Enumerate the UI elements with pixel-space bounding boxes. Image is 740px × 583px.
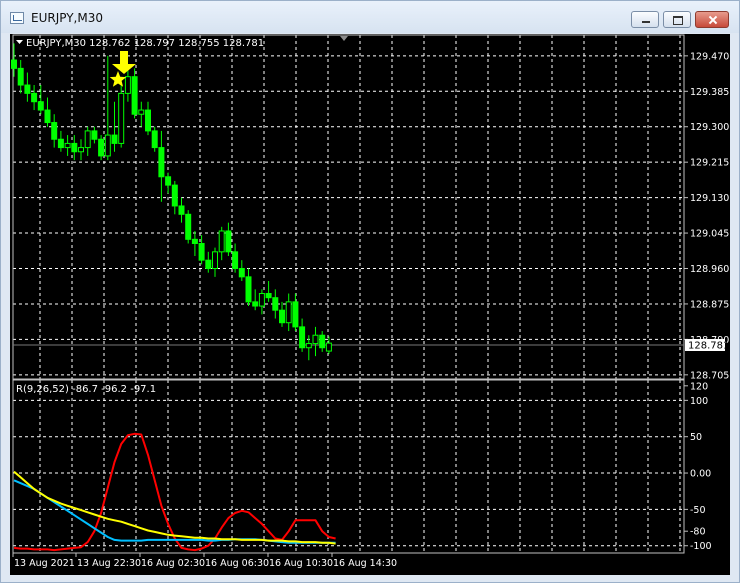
candle-body [245,276,252,303]
current-price-label: 128.781 [688,341,729,352]
chart-window-icon [10,12,24,24]
indicator-tick-label: -80 [690,527,706,538]
indicator-tick-label: 100 [690,396,708,407]
candle-body [64,142,71,149]
candle-body [57,138,64,149]
candle-body [91,130,98,140]
candle [118,85,125,148]
candle-body [151,130,158,149]
candle-body [31,92,38,103]
candle-body [272,297,279,311]
price-tick-label: 129.470 [690,51,729,62]
candle-body [285,301,292,324]
close-button[interactable] [695,11,729,28]
candle-body [319,334,326,349]
candle-body [138,109,145,115]
candle-body [145,109,151,132]
candle-body [44,109,51,124]
indicator-tick-label: 120 [690,381,708,392]
chart-background [10,34,730,575]
candle-body [165,176,172,186]
candle-body [292,301,299,328]
minimize-button[interactable] [631,11,659,28]
candle-body [325,342,332,352]
time-tick-label: 16 Aug 10:30 [269,558,333,569]
candle-body [279,309,285,324]
candle [151,126,158,152]
price-header: EURJPY,M30 128.762 128.797 128.755 128.7… [26,38,264,49]
maximize-button[interactable] [663,11,691,28]
candle-body [252,301,259,307]
candle-body [124,76,131,94]
candle-body [158,147,165,178]
price-tick-label: 128.705 [690,370,729,381]
chart-window: EURJPY,M30 EURJPY,M30 128.762 128.797 12… [0,0,740,583]
price-tick-label: 129.215 [690,158,729,169]
candle-body [178,205,185,215]
candle-body [78,147,84,153]
candle-body [111,134,118,144]
indicator-tick-label: -50 [690,505,706,516]
candle-body [51,122,58,140]
price-tick-label: 128.875 [690,299,729,310]
price-tick-label: 128.960 [690,264,729,275]
candle-body [205,259,212,270]
indicator-header: R(9,26,52) -86.7 -96.2 -97.1 [16,384,156,395]
candle-body [71,142,78,153]
candle-body [212,251,218,270]
indicator-tick-label: 0.00 [690,469,711,480]
chart-area[interactable]: EURJPY,M30 128.762 128.797 128.755 128.7… [10,34,730,575]
candle-body [238,268,245,278]
time-tick-label: 16 Aug 02:30 [141,558,205,569]
candle-body [185,213,192,240]
candle-body [131,76,138,115]
price-tick-label: 129.300 [690,122,729,133]
time-tick-label: 13 Aug 22:30 [77,558,141,569]
price-tick-label: 129.045 [690,229,729,240]
candle-body [225,230,232,253]
candle-body [299,326,306,349]
candle-body [171,184,178,207]
price-tick-label: 129.385 [690,87,729,98]
title-bar[interactable]: EURJPY,M30 [1,1,739,33]
price-tick-label: 129.130 [690,193,729,204]
candle-body [232,251,239,270]
candle-body [11,59,17,69]
window-title: EURJPY,M30 [31,11,103,25]
candle-body [218,230,225,253]
chart-canvas[interactable]: EURJPY,M30 128.762 128.797 128.755 128.7… [10,34,730,575]
candle-body [305,343,312,349]
candle-body [104,134,111,157]
time-tick-label: 16 Aug 06:30 [205,558,269,569]
time-tick-label: 16 Aug 14:30 [333,558,397,569]
candle-body [98,138,105,157]
candle [98,135,105,161]
candle-body [191,238,198,244]
candle-body [258,293,265,307]
candle-body [312,334,319,345]
candle-body [84,130,91,149]
indicator-tick-label: -100 [690,541,712,552]
time-tick-label: 13 Aug 2021 [14,558,75,569]
candle-body [265,293,272,299]
indicator-tick-label: 50 [690,432,702,443]
candle [185,210,192,244]
candle-body [17,67,24,86]
candle-body [118,92,125,144]
candle-body [198,242,205,261]
candle-body [24,84,31,94]
candle-body [37,101,44,111]
